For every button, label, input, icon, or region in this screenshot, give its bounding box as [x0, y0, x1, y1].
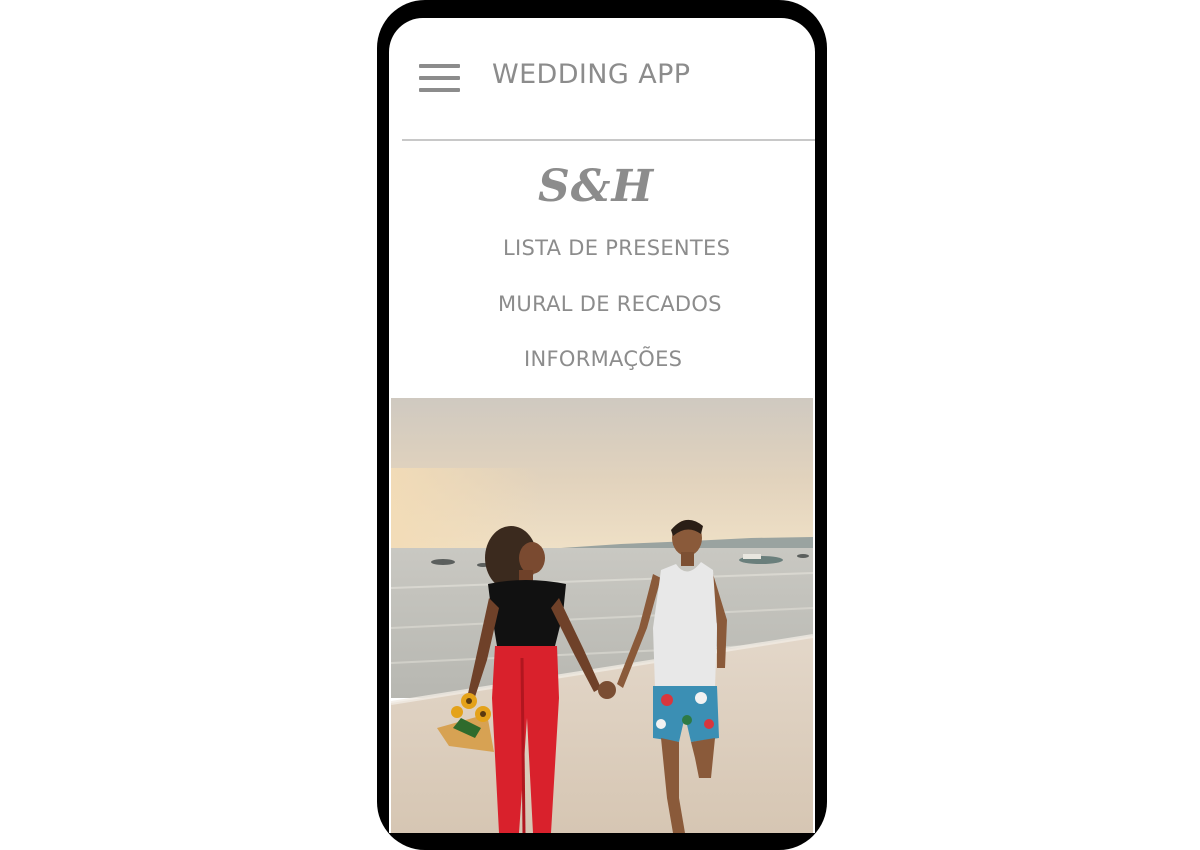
app-header: WEDDING APP	[389, 18, 815, 140]
header-divider	[402, 139, 815, 141]
hamburger-menu-icon[interactable]	[419, 64, 460, 92]
nav-item-mural-de-recados[interactable]: MURAL DE RECADOS	[498, 292, 722, 316]
couple-on-beach-photo	[391, 398, 813, 833]
app-title: WEDDING APP	[492, 59, 691, 90]
couple-monogram: S&H	[537, 161, 655, 212]
phone-screen: WEDDING APP S&H LISTA DE PRESENTES MURAL…	[389, 18, 815, 833]
nav-item-lista-de-presentes[interactable]: LISTA DE PRESENTES	[503, 236, 730, 260]
nav-item-informacoes[interactable]: INFORMAÇÕES	[524, 347, 682, 371]
